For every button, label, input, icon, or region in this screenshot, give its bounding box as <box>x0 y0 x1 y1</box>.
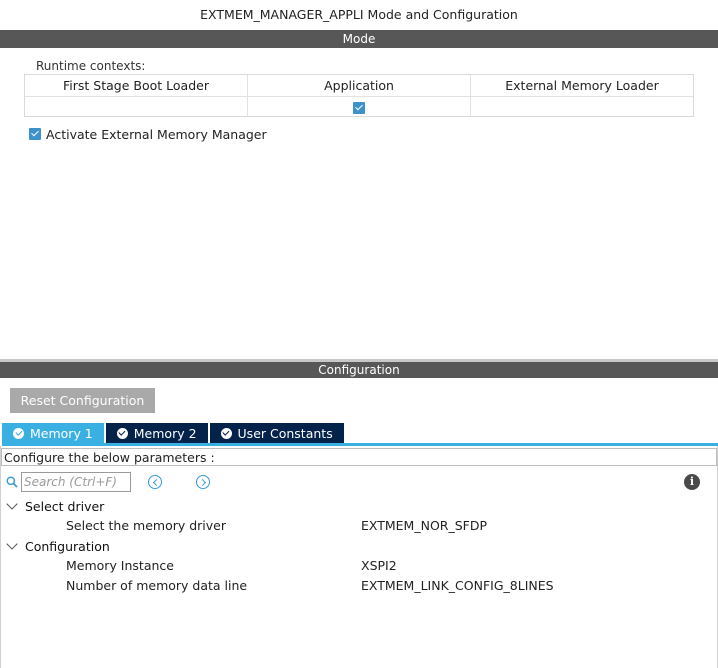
param-value-memory-driver[interactable]: EXTMEM_NOR_SFDP <box>361 517 487 535</box>
chevron-left-icon[interactable] <box>148 475 162 489</box>
param-name-data-lines: Number of memory data line <box>66 578 248 593</box>
check-icon <box>13 427 24 439</box>
reset-configuration-button[interactable]: Reset Configuration <box>10 388 155 413</box>
chevron-down-icon <box>6 538 18 550</box>
check-icon <box>116 427 128 439</box>
search-input[interactable] <box>21 472 131 492</box>
param-value-data-lines[interactable]: EXTMEM_LINK_CONFIG_8LINES <box>361 577 554 595</box>
column-external-memory-loader: External Memory Loader <box>470 75 693 96</box>
application-cell[interactable] <box>247 97 470 117</box>
tab-label: Memory 2 <box>133 425 197 441</box>
group-title: Select driver <box>25 498 105 514</box>
group-select-driver[interactable]: Select driver <box>6 497 104 515</box>
config-tabs: Memory 1 Memory 2 User Constants <box>2 423 344 443</box>
application-checkbox[interactable] <box>353 101 365 114</box>
configuration-section-header: Configuration <box>0 359 718 378</box>
column-application: Application <box>247 75 470 96</box>
activate-checkbox[interactable] <box>29 128 41 140</box>
mode-section-header: Mode <box>0 30 718 48</box>
window-title: EXTMEM_MANAGER_APPLI Mode and Configurat… <box>200 7 518 22</box>
param-name-memory-instance: Memory Instance <box>66 558 174 573</box>
chevron-down-icon <box>6 498 18 510</box>
tab-label: User Constants <box>237 425 333 441</box>
info-icon[interactable]: i <box>684 474 700 490</box>
runtime-contexts-label: Runtime contexts: <box>36 59 146 73</box>
external-memory-loader-cell[interactable] <box>470 97 693 117</box>
tab-label: Memory 1 <box>30 425 93 441</box>
runtime-contexts-table: First Stage Boot Loader Application Exte… <box>24 74 694 117</box>
tab-memory-2[interactable]: Memory 2 <box>105 423 208 443</box>
search-icon <box>6 476 18 488</box>
activate-external-memory-manager[interactable]: Activate External Memory Manager <box>29 126 267 142</box>
param-name-memory-driver: Select the memory driver <box>66 518 226 533</box>
group-configuration[interactable]: Configuration <box>6 537 110 555</box>
param-value-memory-instance[interactable]: XSPI2 <box>361 557 397 575</box>
check-icon <box>220 427 232 439</box>
chevron-right-icon[interactable] <box>196 475 210 489</box>
tab-user-constants[interactable]: User Constants <box>209 423 344 443</box>
runtime-checkbox-row <box>25 96 693 117</box>
activate-label: Activate External Memory Manager <box>46 126 267 142</box>
column-first-stage-boot-loader: First Stage Boot Loader <box>63 78 209 93</box>
tab-memory-1[interactable]: Memory 1 <box>2 423 104 443</box>
configure-instructions: Configure the below parameters : <box>1 448 717 466</box>
group-title: Configuration <box>25 538 110 554</box>
runtime-header-row: First Stage Boot Loader Application Exte… <box>25 75 693 96</box>
first-stage-boot-loader-cell[interactable] <box>25 97 247 117</box>
